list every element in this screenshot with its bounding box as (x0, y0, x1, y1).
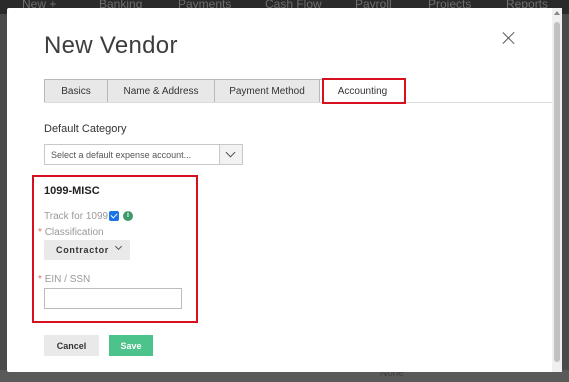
modal-title: New Vendor (44, 32, 178, 59)
close-icon[interactable] (501, 30, 517, 46)
classification-label: * Classification (38, 227, 104, 238)
ein-ssn-input[interactable] (44, 288, 182, 309)
save-button[interactable]: Save (109, 335, 153, 356)
scroll-up-arrow-icon[interactable] (554, 11, 560, 15)
chevron-down-icon (114, 242, 123, 251)
track-1099-label: Track for 1099 (44, 211, 109, 222)
chevron-down-icon (225, 147, 236, 158)
default-category-dropdown-button[interactable] (220, 144, 243, 165)
info-icon[interactable]: i (123, 211, 133, 221)
tab-basics[interactable]: Basics (44, 79, 108, 103)
default-category-label: Default Category (44, 123, 127, 135)
tab-accounting[interactable]: Accounting (320, 79, 406, 103)
classification-value: Contractor (56, 245, 110, 255)
new-vendor-modal: New Vendor Basics Name & Address Payment… (7, 8, 562, 372)
tab-payment-method[interactable]: Payment Method (215, 79, 320, 103)
required-marker: * (38, 227, 42, 238)
scroll-thumb[interactable] (554, 22, 560, 362)
classification-label-text: Classification (44, 227, 104, 238)
ein-ssn-label-text: EIN / SSN (44, 274, 91, 285)
tab-divider (44, 102, 552, 103)
track-1099-checkbox[interactable] (109, 211, 119, 221)
classification-dropdown[interactable]: Contractor (44, 240, 130, 260)
ein-ssn-label: * EIN / SSN (38, 274, 90, 285)
background-right-strip (562, 14, 569, 382)
tab-name-address[interactable]: Name & Address (108, 79, 215, 103)
modal-scrollbar[interactable] (552, 8, 562, 372)
misc1099-title: 1099-MISC (44, 185, 100, 197)
default-category-select[interactable]: Select a default expense account... (44, 144, 220, 165)
cancel-button[interactable]: Cancel (44, 335, 99, 356)
required-marker: * (38, 274, 42, 285)
tab-bar: Basics Name & Address Payment Method Acc… (44, 79, 406, 103)
background-left-strip (0, 14, 7, 382)
